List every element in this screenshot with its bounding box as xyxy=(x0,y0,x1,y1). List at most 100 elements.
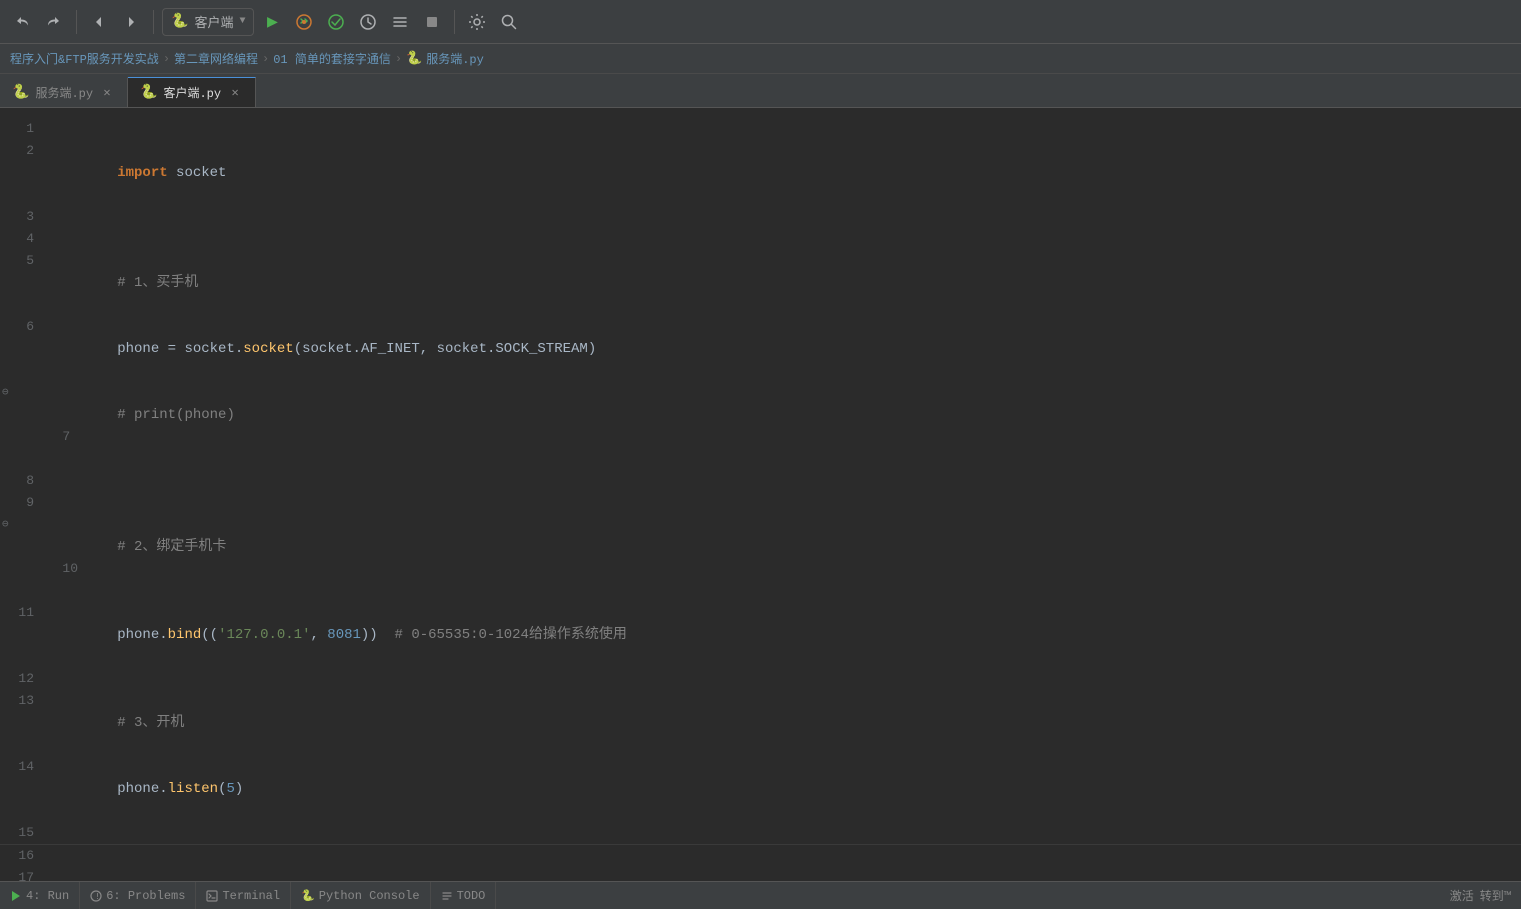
line-content-2: import socket xyxy=(50,140,1511,206)
breadcrumb-file[interactable]: 服务端.py xyxy=(426,50,484,67)
tab-client-label: 客户端.py xyxy=(163,84,221,101)
python-console-label: Python Console xyxy=(319,889,420,903)
terminal-panel-btn[interactable]: Terminal xyxy=(196,882,291,909)
line-content-17: # 4、等电话链接 xyxy=(50,867,1511,881)
breadcrumb-root[interactable]: 程序入门&FTP服务开发实战 xyxy=(10,50,159,67)
run-label: 4: Run xyxy=(26,889,69,903)
debug-btn[interactable] xyxy=(290,8,318,36)
line-num-1: 1 xyxy=(0,118,50,140)
tab-server[interactable]: 🐍 服务端.py ✕ xyxy=(0,77,128,107)
line-num-10: ⊖ 10 xyxy=(0,514,50,602)
code-line-1: 1 xyxy=(0,118,1521,140)
code-line-10: ⊖ 10 # 2、绑定手机卡 xyxy=(0,514,1521,602)
line-content-4 xyxy=(50,228,1511,250)
line-content-16 xyxy=(50,845,1511,867)
fold-icon-7[interactable]: ⊖ xyxy=(2,382,9,404)
problems-label: 6: Problems xyxy=(106,889,185,903)
tab-client[interactable]: 🐍 客户端.py ✕ xyxy=(128,77,256,107)
run-btn[interactable]: ▶ xyxy=(258,8,286,36)
search-btn[interactable] xyxy=(495,8,523,36)
code-line-13: 13 # 3、开机 xyxy=(0,690,1521,756)
line-content-8 xyxy=(50,470,1511,492)
toolbar: 🐍 客户端 ▼ ▶ xyxy=(0,0,1521,44)
stop-btn[interactable] xyxy=(418,8,446,36)
line-content-12 xyxy=(50,668,1511,690)
dropdown-arrow-icon: ▼ xyxy=(239,16,245,27)
code-line-4: 4 xyxy=(0,228,1521,250)
line-num-13: 13 xyxy=(0,690,50,712)
line-num-4: 4 xyxy=(0,228,50,250)
sep3 xyxy=(454,10,455,34)
code-editor[interactable]: 1 2 import socket 3 4 5 # 1、买手机 xyxy=(0,108,1521,881)
code-line-8: 8 xyxy=(0,470,1521,492)
line-num-3: 3 xyxy=(0,206,50,228)
breadcrumb-section[interactable]: 01 简单的套接字通信 xyxy=(273,50,391,67)
settings-btn[interactable] xyxy=(463,8,491,36)
line-num-6: 6 xyxy=(0,316,50,338)
code-line-16: 16 xyxy=(0,845,1521,867)
tab-client-close[interactable]: ✕ xyxy=(227,85,243,101)
concurrency-btn[interactable] xyxy=(386,8,414,36)
problems-panel-btn[interactable]: ! 6: Problems xyxy=(80,882,196,909)
line-content-13: # 3、开机 xyxy=(50,690,1511,756)
svg-text:!: ! xyxy=(95,892,100,901)
code-line-9: 9 xyxy=(0,492,1521,514)
python-console-btn[interactable]: 🐍 Python Console xyxy=(291,882,431,909)
python-console-icon: 🐍 xyxy=(301,889,315,903)
line-content-14: phone.listen(5) xyxy=(50,756,1511,822)
line-num-8: 8 xyxy=(0,470,50,492)
tab-server-close[interactable]: ✕ xyxy=(99,85,115,101)
todo-icon xyxy=(441,890,453,902)
python-icon: 🐍 xyxy=(171,13,188,30)
bottom-right-area: 激活 转到™ xyxy=(1440,887,1521,904)
editor-area: 1 2 import socket 3 4 5 # 1、买手机 xyxy=(0,108,1521,881)
tab-server-label: 服务端.py xyxy=(35,84,93,101)
breadcrumb: 程序入门&FTP服务开发实战 › 第二章网络编程 › 01 简单的套接字通信 ›… xyxy=(0,44,1521,74)
coverage-btn[interactable] xyxy=(322,8,350,36)
line-num-11: 11 xyxy=(0,602,50,624)
todo-panel-btn[interactable]: TODO xyxy=(431,882,497,909)
code-line-11: 11 phone.bind(('127.0.0.1', 8081)) # 0-6… xyxy=(0,602,1521,668)
line-content-6: phone = socket.socket(socket.AF_INET, so… xyxy=(50,316,1511,382)
problems-icon: ! xyxy=(90,890,102,902)
profile-btn[interactable] xyxy=(354,8,382,36)
sep1 xyxy=(76,10,77,34)
line-content-15 xyxy=(50,822,1511,844)
line-content-1 xyxy=(50,118,1511,140)
line-num-17: 17 xyxy=(0,867,50,881)
run-panel-btn[interactable]: 4: Run xyxy=(0,882,80,909)
line-num-7: ⊖ 7 xyxy=(0,382,50,470)
line-num-5: 5 xyxy=(0,250,50,272)
forward-btn[interactable] xyxy=(117,8,145,36)
line-content-5: # 1、买手机 xyxy=(50,250,1511,316)
sep2 xyxy=(153,10,154,34)
code-line-3: 3 xyxy=(0,206,1521,228)
tab-client-icon: 🐍 xyxy=(140,84,157,101)
line-num-12: 12 xyxy=(0,668,50,690)
run-config-label: 客户端 xyxy=(194,12,233,31)
back-btn[interactable] xyxy=(85,8,113,36)
code-line-15: 15 xyxy=(0,822,1521,845)
breadcrumb-chapter[interactable]: 第二章网络编程 xyxy=(174,50,258,67)
activate-label[interactable]: 激活 xyxy=(1450,887,1474,904)
line-num-15: 15 xyxy=(0,822,50,844)
code-line-7: ⊖ 7 # print(phone) xyxy=(0,382,1521,470)
todo-label: TODO xyxy=(457,889,486,903)
breadcrumb-sep1: › xyxy=(163,52,170,66)
breadcrumb-sep3: › xyxy=(395,52,402,66)
code-line-6: 6 phone = socket.socket(socket.AF_INET, … xyxy=(0,316,1521,382)
breadcrumb-sep2: › xyxy=(262,52,269,66)
code-line-12: 12 xyxy=(0,668,1521,690)
code-line-5: 5 # 1、买手机 xyxy=(0,250,1521,316)
code-line-17: 17 # 4、等电话链接 xyxy=(0,867,1521,881)
redo-btn[interactable] xyxy=(40,8,68,36)
run-config-dropdown[interactable]: 🐍 客户端 ▼ xyxy=(162,8,254,36)
line-content-9 xyxy=(50,492,1511,514)
line-content-11: phone.bind(('127.0.0.1', 8081)) # 0-6553… xyxy=(50,602,1511,668)
line-num-14: 14 xyxy=(0,756,50,778)
fold-icon-10[interactable]: ⊖ xyxy=(2,514,9,536)
undo-btn[interactable] xyxy=(8,8,36,36)
goto-label[interactable]: 转到™ xyxy=(1480,887,1511,904)
tabs-bar: 🐍 服务端.py ✕ 🐍 客户端.py ✕ xyxy=(0,74,1521,108)
line-num-16: 16 xyxy=(0,845,50,867)
